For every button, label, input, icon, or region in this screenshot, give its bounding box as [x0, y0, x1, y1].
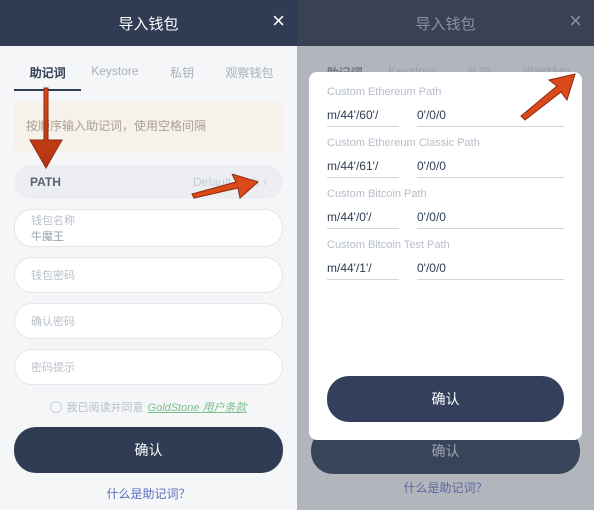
path-suffix-input[interactable]: 0'/0/0	[417, 257, 564, 280]
path-label: PATH	[30, 175, 61, 189]
chevron-right-icon: ›	[263, 175, 267, 189]
path-suffix-input[interactable]: 0'/0/0	[417, 104, 564, 127]
path-group-etc: Custom Ethereum Classic Path m/44'/61'/ …	[327, 137, 564, 178]
tab-keystore[interactable]: Keystore	[81, 56, 148, 91]
path-prefix-input[interactable]: m/44'/1'/	[327, 257, 399, 280]
path-prefix-input[interactable]: m/44'/0'/	[327, 206, 399, 229]
path-group-label: Custom Ethereum Classic Path	[327, 137, 564, 149]
wallet-name-label: 钱包名称	[31, 212, 266, 228]
password-hint-label: 密码提示	[31, 359, 266, 375]
content: 按顺序输入助记词，使用空格间隔 PATH Default Path › 钱包名称…	[0, 91, 297, 510]
close-icon[interactable]: ×	[272, 10, 285, 32]
terms-link[interactable]: GoldStone 用户条款	[147, 399, 246, 415]
terms-prefix: 我已阅读并同意	[66, 399, 143, 415]
confirm-button[interactable]: 确认	[14, 427, 283, 473]
sheet-confirm-button[interactable]: 确认	[327, 376, 564, 422]
path-prefix-input[interactable]: m/44'/61'/	[327, 155, 399, 178]
path-value-text: Default Path	[193, 175, 259, 189]
path-input-row[interactable]: m/44'/61'/ 0'/0/0	[327, 155, 564, 178]
tab-private-key[interactable]: 私钥	[149, 56, 216, 91]
tab-mnemonic[interactable]: 助记词	[14, 56, 81, 91]
path-group-label: Custom Ethereum Path	[327, 86, 564, 98]
path-group-btc: Custom Bitcoin Path m/44'/0'/ 0'/0/0	[327, 188, 564, 229]
mnemonic-input[interactable]: 按顺序输入助记词，使用空格间隔	[14, 101, 283, 153]
terms-row[interactable]: 我已阅读并同意 GoldStone 用户条款	[14, 399, 283, 415]
wallet-password-field[interactable]: 钱包密码	[14, 257, 283, 293]
path-input-row[interactable]: m/44'/60'/ 0'/0/0	[327, 104, 564, 127]
screen-path-sheet: 导入钱包 × 助记词 Keystore 私钥 观察钱包 确认 什么是助记词？ C…	[297, 0, 594, 510]
path-prefix-input[interactable]: m/44'/60'/	[327, 104, 399, 127]
wallet-name-value: 牛魔王	[31, 228, 266, 244]
path-input-row[interactable]: m/44'/0'/ 0'/0/0	[327, 206, 564, 229]
path-group-btc-test: Custom Bitcoin Test Path m/44'/1'/ 0'/0/…	[327, 239, 564, 280]
path-suffix-input[interactable]: 0'/0/0	[417, 155, 564, 178]
checkbox-icon[interactable]	[50, 401, 62, 413]
header: 导入钱包 ×	[0, 0, 297, 46]
path-group-label: Custom Bitcoin Test Path	[327, 239, 564, 251]
help-link[interactable]: 什么是助记词？	[14, 479, 283, 510]
screen-import-wallet: 导入钱包 × 助记词 Keystore 私钥 观察钱包 按顺序输入助记词，使用空…	[0, 0, 297, 510]
path-input-row[interactable]: m/44'/1'/ 0'/0/0	[327, 257, 564, 280]
path-selection-sheet: Custom Ethereum Path m/44'/60'/ 0'/0/0 C…	[309, 72, 582, 440]
path-suffix-input[interactable]: 0'/0/0	[417, 206, 564, 229]
header-title: 导入钱包	[118, 13, 178, 34]
password-hint-field[interactable]: 密码提示	[14, 349, 283, 385]
path-value: Default Path ›	[193, 175, 267, 189]
path-group-label: Custom Bitcoin Path	[327, 188, 564, 200]
path-row[interactable]: PATH Default Path ›	[14, 165, 283, 199]
wallet-password-label: 钱包密码	[31, 267, 266, 283]
tab-bar: 助记词 Keystore 私钥 观察钱包	[0, 46, 297, 91]
confirm-password-field[interactable]: 确认密码	[14, 303, 283, 339]
confirm-password-label: 确认密码	[31, 313, 266, 329]
path-group-eth: Custom Ethereum Path m/44'/60'/ 0'/0/0	[327, 86, 564, 127]
wallet-name-field[interactable]: 钱包名称 牛魔王	[14, 209, 283, 247]
tab-watch-wallet[interactable]: 观察钱包	[216, 56, 283, 91]
